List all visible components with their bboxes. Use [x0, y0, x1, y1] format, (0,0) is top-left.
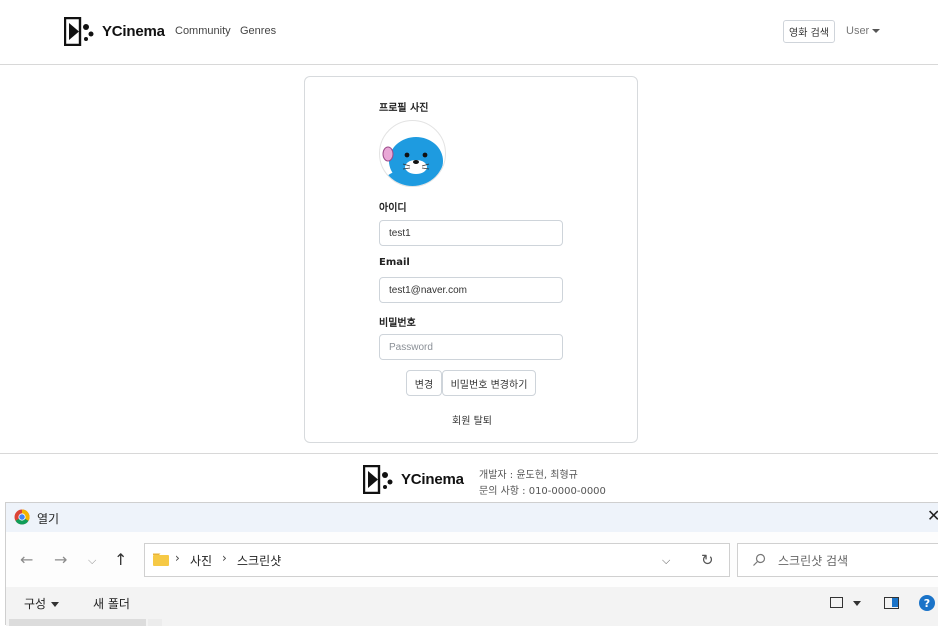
footer-contact: 문의 사항 : 010-0000-0000	[479, 486, 606, 497]
footer-brand: YCinema	[363, 465, 464, 494]
organize-label: 구성	[24, 597, 47, 611]
dialog-search-placeholder: 스크린샷 검색	[778, 554, 849, 568]
close-icon[interactable]: ✕	[927, 506, 938, 525]
user-dropdown-label: User	[846, 25, 870, 37]
navbar: YCinema Community Genres 영화 검색 User	[0, 0, 938, 65]
dialog-title: 열기	[37, 512, 60, 526]
back-arrow-icon[interactable]: ←	[20, 550, 33, 569]
password-label: 비밀번호	[379, 318, 416, 329]
dialog-titlebar: 열기 ✕	[6, 503, 938, 532]
chevron-right-icon: ›	[175, 551, 180, 565]
ycinema-logo-icon	[363, 465, 393, 494]
change-password-button[interactable]: 비밀번호 변경하기	[442, 370, 536, 396]
recent-locations-chevron-icon[interactable]: ⌵	[88, 554, 96, 568]
caret-down-icon	[51, 602, 60, 607]
footer-divider	[0, 453, 938, 454]
nav-community-link[interactable]: Community	[175, 25, 231, 37]
up-arrow-icon[interactable]: ↑	[114, 550, 127, 569]
caret-down-icon	[872, 29, 881, 33]
ycinema-logo-icon	[64, 17, 94, 46]
brand-link[interactable]: YCinema	[64, 17, 165, 46]
profile-avatar[interactable]	[379, 120, 446, 187]
withdraw-link[interactable]: 회원 탈퇴	[452, 412, 492, 427]
chevron-right-icon: ›	[222, 551, 227, 565]
view-mode-icon[interactable]	[830, 597, 843, 608]
forward-arrow-icon[interactable]: →	[54, 550, 67, 569]
footer-developers: 개발자 : 윤도현, 최형규	[479, 470, 578, 481]
id-field[interactable]: test1	[379, 220, 563, 246]
movie-search-button[interactable]: 영화 검색	[783, 20, 835, 43]
breadcrumb-screenshots[interactable]: 스크린샷	[237, 552, 281, 569]
user-dropdown[interactable]: User	[846, 25, 881, 37]
email-label: Email	[379, 257, 410, 268]
email-field[interactable]: test1@naver.com	[379, 277, 563, 303]
breadcrumb-pictures[interactable]: 사진	[190, 552, 212, 569]
refresh-icon[interactable]: ↻	[701, 551, 714, 569]
seal-avatar-icon	[382, 137, 445, 186]
brand-name: YCinema	[102, 23, 165, 40]
search-icon	[753, 553, 766, 566]
address-bar[interactable]: › 사진 › 스크린샷 ⌵ ↻	[144, 543, 730, 577]
view-mode-caret-icon[interactable]	[853, 601, 861, 606]
open-file-dialog: 열기 ✕ ← → ⌵ ↑ › 사진 › 스크린샷 ⌵ ↻ 스크린샷 검색 구성 …	[5, 502, 938, 626]
profile-photo-label: 프로필 사진	[379, 103, 429, 114]
preview-pane-icon[interactable]	[884, 597, 899, 609]
footer-brand-name: YCinema	[401, 471, 464, 488]
nav-genres-link[interactable]: Genres	[240, 25, 276, 37]
address-dropdown-icon[interactable]: ⌵	[662, 554, 670, 568]
chrome-icon	[14, 509, 30, 525]
folder-icon	[153, 553, 169, 566]
id-label: 아이디	[379, 203, 407, 214]
password-field[interactable]: Password	[379, 334, 563, 360]
help-icon[interactable]: ?	[919, 595, 935, 611]
change-button[interactable]: 변경	[406, 370, 442, 396]
new-folder-button[interactable]: 새 폴더	[93, 595, 130, 612]
organize-menu[interactable]: 구성	[24, 595, 60, 612]
dialog-search-box[interactable]: 스크린샷 검색	[737, 543, 938, 577]
